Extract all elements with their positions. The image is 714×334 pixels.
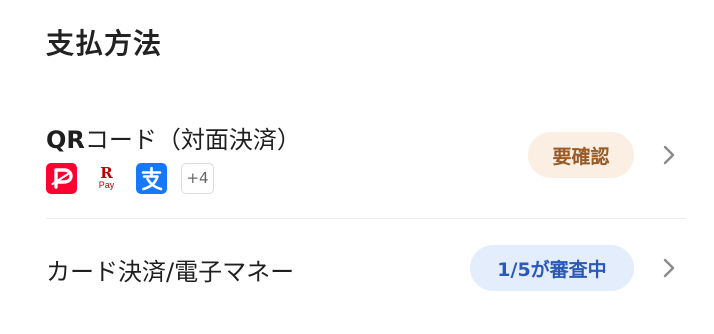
rakuten-pay-icon: R Pay [91, 162, 122, 194]
paypay-icon [46, 162, 77, 194]
row-title-qr-prefix: QR [46, 126, 85, 154]
row-divider [46, 218, 686, 219]
rakuten-pay-label: Pay [98, 180, 115, 190]
more-methods-count: +4 [181, 162, 214, 194]
row-title-qr-rest: コード（対面決済） [84, 126, 301, 154]
status-badge-under-review: 1/5が審査中 [470, 245, 634, 291]
alipay-icon [136, 162, 167, 194]
payment-row-qr[interactable]: QRコード（対面決済） R Pay +4 要確認 [46, 112, 686, 218]
row-title-qr: QRコード（対面決済） [46, 120, 301, 155]
chevron-right-icon [663, 145, 675, 165]
rakuten-pay-r: R [100, 164, 113, 182]
row-title-card: カード決済/電子マネー [46, 258, 295, 286]
section-title: 支払方法 [46, 27, 163, 60]
payment-row-card[interactable]: カード決済/電子マネー 1/5が審査中 [46, 220, 686, 320]
payment-logos: R Pay +4 [46, 162, 228, 194]
status-badge-needs-confirmation: 要確認 [528, 132, 634, 178]
chevron-right-icon [663, 258, 675, 278]
